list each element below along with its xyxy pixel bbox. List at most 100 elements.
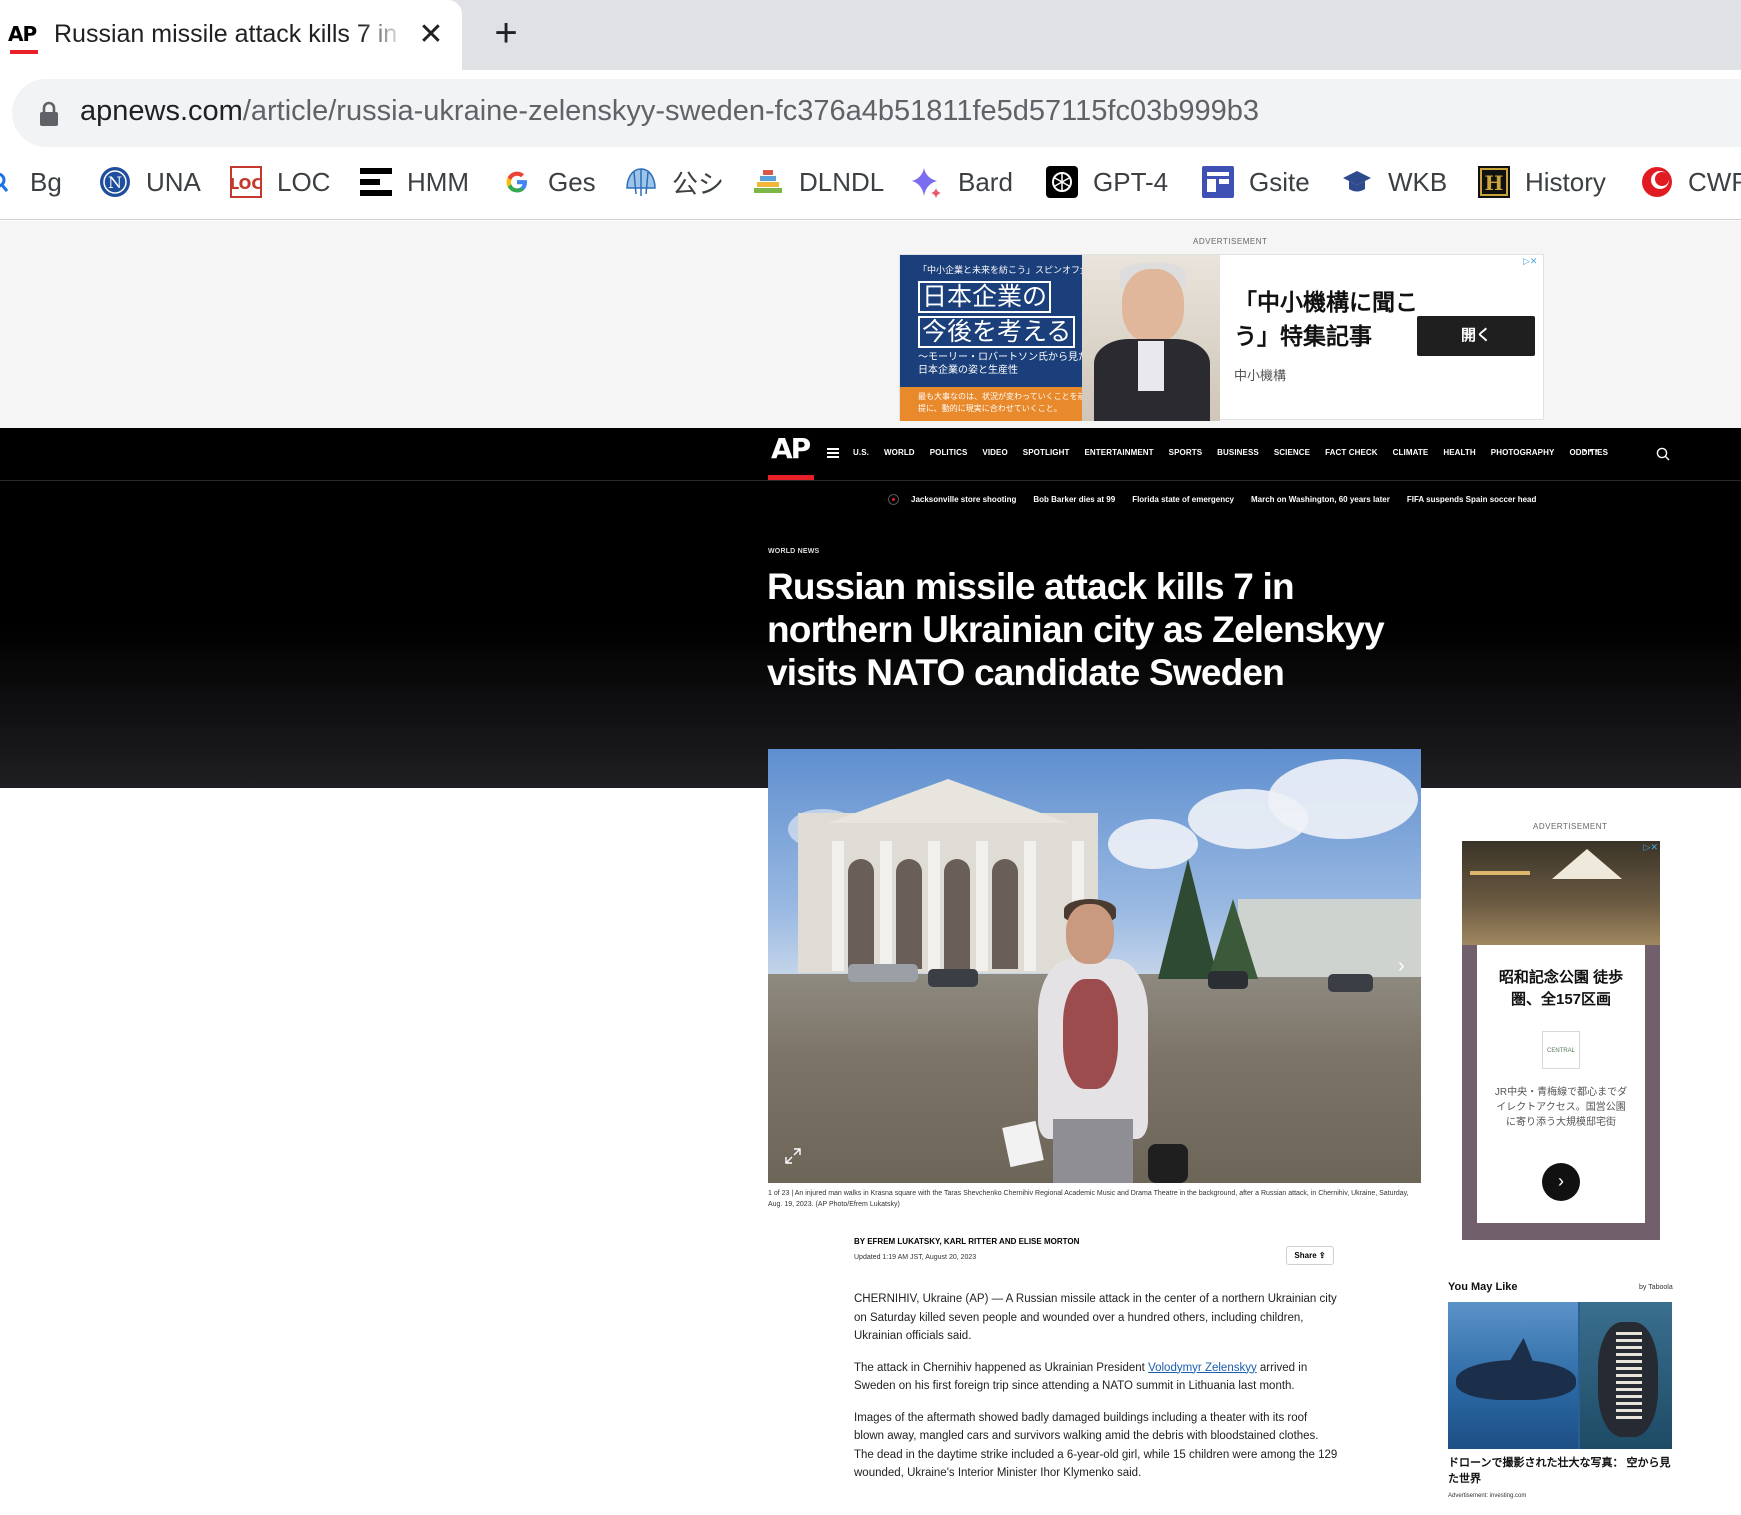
nav-item-spotlight[interactable]: SPOTLIGHT bbox=[1023, 448, 1070, 457]
ad-headline: 「中小機構に聞こう」特集記事 bbox=[1234, 289, 1418, 349]
ad-card: 昭和記念公園 徒歩圏、全157区画 CENTRAL JR中央・青梅線で都心までダ… bbox=[1477, 945, 1645, 1223]
nav-item-climate[interactable]: CLIMATE bbox=[1393, 448, 1429, 457]
openai-icon bbox=[1045, 165, 1079, 199]
bookmark-label: Gsite bbox=[1249, 166, 1310, 197]
ap-logo[interactable]: AP bbox=[768, 428, 814, 480]
recommended-image[interactable] bbox=[1448, 1302, 1672, 1449]
trending-link[interactable]: Jacksonville store shooting bbox=[911, 495, 1016, 504]
bookmark-ges[interactable]: Ges bbox=[500, 162, 596, 202]
bookmark-label: History bbox=[1525, 166, 1606, 197]
bookmark-wkb[interactable]: WKB bbox=[1340, 162, 1447, 202]
nav-item-sports[interactable]: SPORTS bbox=[1169, 448, 1203, 457]
ad-portrait-photo bbox=[1082, 255, 1220, 421]
graduation-cap-icon bbox=[1340, 165, 1374, 199]
ad-small-text: 「中小企業と未来を紡こう」スピンオフ企画 bbox=[918, 265, 1099, 275]
top-ad-band: ADVERTISEMENT 「中小企業と未来を紡こう」スピンオフ企画 日本企業の… bbox=[0, 221, 1741, 428]
trending-link[interactable]: Florida state of emergency bbox=[1132, 495, 1234, 504]
updated-timestamp: Updated 1:19 AM JST, August 20, 2023 bbox=[854, 1254, 977, 1261]
address-bar[interactable]: apnews.com/article/russia-ukraine-zelens… bbox=[12, 79, 1741, 147]
google-icon bbox=[500, 165, 534, 199]
ad-line-1: 日本企業の bbox=[918, 281, 1052, 313]
ad-sponsor: 中小機構 bbox=[1234, 368, 1287, 383]
bookmark-label: HMM bbox=[407, 166, 470, 197]
sidebar-ad[interactable]: ▷✕ 昭和記念公園 徒歩圏、全157区画 CENTRAL JR中央・青梅線で都心… bbox=[1462, 841, 1660, 1240]
lock-icon bbox=[40, 101, 58, 126]
share-icon: ⇪ bbox=[1318, 1251, 1326, 1260]
bookmark-history[interactable]: H History bbox=[1477, 162, 1606, 202]
svg-text:LOC: LOC bbox=[230, 175, 262, 193]
expand-icon[interactable] bbox=[784, 1147, 802, 1165]
bookmark-koshi[interactable]: 公シ bbox=[624, 162, 724, 202]
browser-tab-strip: AP Russian missile attack kills 7 in ✕ + bbox=[0, 0, 1741, 72]
nav-item-business[interactable]: BUSINESS bbox=[1217, 448, 1259, 457]
byline: BY EFREM LUKATSKY, KARL RITTER AND ELISE… bbox=[854, 1237, 1080, 1246]
bookmark-gsite[interactable]: Gsite bbox=[1201, 162, 1310, 202]
nav-item-politics[interactable]: POLITICS bbox=[930, 448, 968, 457]
history-channel-icon: H bbox=[1477, 165, 1511, 199]
nav-item-video[interactable]: VIDEO bbox=[982, 448, 1007, 457]
url-host: apnews.com bbox=[80, 95, 243, 127]
sites-icon bbox=[1201, 165, 1235, 199]
nav-item-world[interactable]: WORLD bbox=[884, 448, 915, 457]
bookmark-gpt4[interactable]: GPT-4 bbox=[1045, 162, 1168, 202]
bookmark-label: Ges bbox=[548, 166, 596, 197]
trending-link[interactable]: Bob Barker dies at 99 bbox=[1033, 495, 1115, 504]
bookmark-label: Bard bbox=[958, 166, 1013, 197]
section-label[interactable]: WORLD NEWS bbox=[768, 548, 819, 555]
bookmark-hmm[interactable]: HMM bbox=[359, 162, 469, 202]
share-button[interactable]: Share ⇪ bbox=[1286, 1246, 1334, 1265]
recommended-title[interactable]: ドローンで撮影された壮大な写真： 空から見た世界 bbox=[1448, 1455, 1672, 1487]
bookmark-cwr[interactable]: CWR bbox=[1640, 162, 1741, 202]
nav-item-photography[interactable]: PHOTOGRAPHY bbox=[1491, 448, 1555, 457]
bookmark-loc[interactable]: LOC LOC bbox=[229, 162, 330, 202]
url-text: apnews.com/article/russia-ukraine-zelens… bbox=[80, 95, 1259, 128]
trending-link[interactable]: March on Washington, 60 years later bbox=[1251, 495, 1390, 504]
ad-next-button[interactable]: › bbox=[1542, 1163, 1580, 1201]
nav-item-us[interactable]: U.S. bbox=[853, 448, 869, 457]
top-banner-ad[interactable]: 「中小企業と未来を紡こう」スピンオフ企画 日本企業の 今後を考える 〜モーリー・… bbox=[899, 254, 1544, 421]
zelenskyy-link[interactable]: Volodymyr Zelenskyy bbox=[1148, 1362, 1257, 1374]
nav-item-entertainment[interactable]: ENTERTAINMENT bbox=[1084, 448, 1153, 457]
ap-favicon-icon: AP bbox=[8, 22, 38, 54]
bookmark-dlndl[interactable]: DLNDL bbox=[751, 162, 884, 202]
bookmark-bg[interactable]: Bg bbox=[0, 162, 62, 202]
ad-open-button[interactable]: 開く bbox=[1417, 316, 1535, 356]
browser-tab-active[interactable]: AP Russian missile attack kills 7 in ✕ bbox=[0, 0, 462, 72]
ad-photo bbox=[1462, 841, 1660, 945]
adchoices-icon[interactable]: ▷✕ bbox=[1644, 842, 1658, 853]
hero-photo[interactable]: › bbox=[768, 749, 1421, 1183]
bookmark-label: GPT-4 bbox=[1093, 166, 1169, 197]
ad-orange-text: 最も大事なのは、状況が変わっていくことを前提に、動的に現実に合わせていくこと。 bbox=[918, 392, 1086, 413]
chevron-right-icon[interactable]: › bbox=[1398, 956, 1410, 976]
new-tab-icon[interactable]: + bbox=[486, 13, 526, 54]
taboola-label[interactable]: by Taboola bbox=[1639, 1284, 1673, 1291]
bookmark-label: DLNDL bbox=[799, 166, 885, 197]
ad-card-title: 昭和記念公園 徒歩圏、全157区画 bbox=[1498, 969, 1624, 1008]
search-icon bbox=[0, 165, 14, 199]
nav-item-fact-check[interactable]: FACT CHECK bbox=[1325, 448, 1378, 457]
url-path: /article/russia-ukraine-zelenskyy-sweden… bbox=[242, 95, 1260, 127]
ap-hero-header: AP U.S. WORLD POLITICS VIDEO SPOTLIGHT E… bbox=[0, 428, 1741, 788]
bookmark-label: WKB bbox=[1388, 166, 1448, 197]
trending-bar: Jacksonville store shooting Bob Barker d… bbox=[888, 494, 1553, 505]
menu-icon[interactable] bbox=[827, 448, 839, 458]
more-menu-icon[interactable]: ··· bbox=[1583, 442, 1600, 458]
trending-link[interactable]: FIFA suspends Spain soccer head bbox=[1407, 495, 1537, 504]
close-tab-icon[interactable]: ✕ bbox=[414, 18, 448, 52]
ad-line-2: 今後を考える bbox=[918, 316, 1076, 348]
nav-item-health[interactable]: HEALTH bbox=[1443, 448, 1475, 457]
bookmarks-bar: Bg N UNA LOC LOC HMM Ges 公シ DLNDL Bard G… bbox=[0, 162, 1741, 202]
bookmark-bard[interactable]: Bard bbox=[910, 162, 1013, 202]
article-body: CHERNIHIV, Ukraine (AP) — A Russian miss… bbox=[854, 1290, 1339, 1496]
toolbar: apnews.com/article/russia-ukraine-zelens… bbox=[0, 70, 1741, 220]
adchoices-icon[interactable]: ▷✕ bbox=[1523, 256, 1541, 267]
live-dot-icon bbox=[888, 494, 899, 505]
ad-card-description: JR中央・青梅線で都心までダイレクトアクセス。国営公園に寄り添う大規模邸宅街 bbox=[1494, 1087, 1628, 1128]
recommended-source: Advertisement: investing.com bbox=[1448, 1493, 1527, 1499]
bookmark-una[interactable]: N UNA bbox=[98, 162, 201, 202]
search-icon[interactable] bbox=[1656, 447, 1670, 461]
ap-main-nav: AP U.S. WORLD POLITICS VIDEO SPOTLIGHT E… bbox=[0, 428, 1741, 481]
nav-item-science[interactable]: SCIENCE bbox=[1274, 448, 1310, 457]
ap-logo-text: AP bbox=[771, 432, 811, 465]
bookmark-label: LOC bbox=[277, 166, 331, 197]
